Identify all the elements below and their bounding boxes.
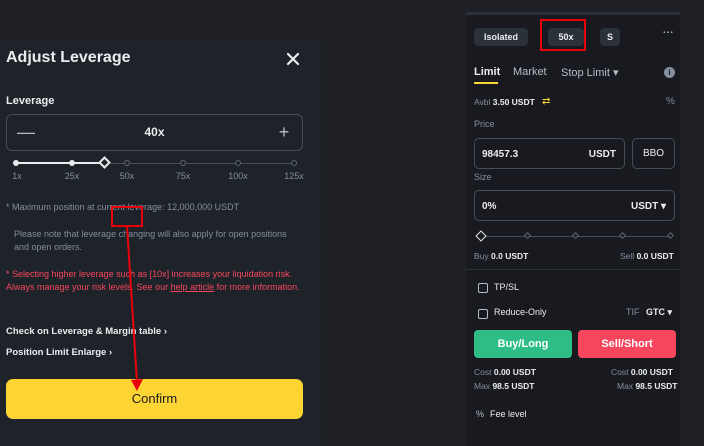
sell-amount: Sell 0.0 USDT [620, 251, 674, 261]
chevron-down-icon: ▾ [612, 67, 619, 79]
tpsl-checkbox[interactable] [478, 283, 488, 293]
slider-handle[interactable] [475, 230, 487, 242]
tab-market[interactable]: Market [513, 66, 547, 78]
max-label: Max [617, 381, 634, 391]
transfer-icon[interactable]: ⇄ [542, 96, 550, 107]
available-balance: Avbl 3.50 USDT [474, 97, 535, 107]
size-label: Size [474, 172, 492, 182]
max-value: 98.5 USDT [635, 381, 678, 391]
buy-long-button[interactable]: Buy/Long [474, 330, 572, 358]
slider-stop[interactable] [571, 231, 579, 240]
size-unit-select[interactable]: USDT ▾ [631, 201, 666, 212]
cost-value: 0.00 USDT [493, 367, 536, 377]
size-slider[interactable] [475, 230, 674, 242]
cost-label: Cost [611, 367, 629, 377]
fee-icon: % [476, 409, 485, 419]
buy-max: Max 98.5 USDT [474, 381, 534, 391]
calculator-icon[interactable]: % [666, 96, 675, 107]
tab-stop-limit[interactable]: Stop Limit ▾ [561, 66, 619, 79]
cost-value: 0.00 USDT [630, 367, 673, 377]
slider-stop[interactable] [666, 231, 674, 240]
size-input[interactable]: 0% USDT ▾ [474, 190, 675, 221]
margin-mode-button[interactable]: Isolated [474, 28, 528, 46]
price-label: Price [474, 119, 495, 129]
sell-max: Max 98.5 USDT [617, 381, 677, 391]
buy-value: 0.0 USDT [491, 251, 529, 261]
buy-cost: Cost 0.00 USDT [474, 367, 536, 377]
avbl-value: 3.50 USDT [492, 97, 535, 107]
buy-label: Buy [474, 251, 489, 261]
tif-label: TIF [626, 307, 640, 317]
more-icon[interactable]: ··· [662, 23, 674, 39]
highlight-box [540, 19, 586, 51]
fee-level-link[interactable]: Fee level [490, 409, 527, 419]
divider [466, 269, 680, 270]
tif-select[interactable]: GTC ▾ [646, 307, 672, 318]
cost-label: Cost [474, 367, 492, 377]
price-value[interactable]: 98457.3 [482, 149, 518, 160]
bbo-button[interactable]: BBO [632, 138, 675, 169]
price-input[interactable]: 98457.3 USDT [474, 138, 625, 169]
reduce-only-checkbox[interactable] [478, 309, 488, 319]
sell-cost: Cost 0.00 USDT [611, 367, 673, 377]
slider-stop[interactable] [618, 231, 627, 240]
active-tab-indicator [474, 82, 498, 84]
avbl-label: Avbl [474, 97, 491, 107]
price-unit: USDT [588, 149, 616, 160]
tpsl-label: TP/SL [494, 282, 520, 292]
max-value: 98.5 USDT [492, 381, 535, 391]
order-panel: Isolated 50x S ··· Limit Market Stop Lim… [466, 12, 680, 446]
buy-amount: Buy 0.0 USDT [474, 251, 528, 261]
info-icon[interactable]: i [664, 67, 675, 78]
sell-value: 0.0 USDT [636, 251, 674, 261]
tab-limit[interactable]: Limit [474, 66, 500, 78]
max-label: Max [474, 381, 491, 391]
sell-short-button[interactable]: Sell/Short [578, 330, 676, 358]
reduce-only-label: Reduce-Only [494, 307, 547, 317]
slider-stop[interactable] [523, 231, 532, 240]
tab-label: Stop Limit [561, 67, 610, 79]
size-value[interactable]: 0% [482, 201, 496, 212]
asset-mode-button[interactable]: S [600, 28, 620, 46]
sell-label: Sell [620, 251, 635, 261]
